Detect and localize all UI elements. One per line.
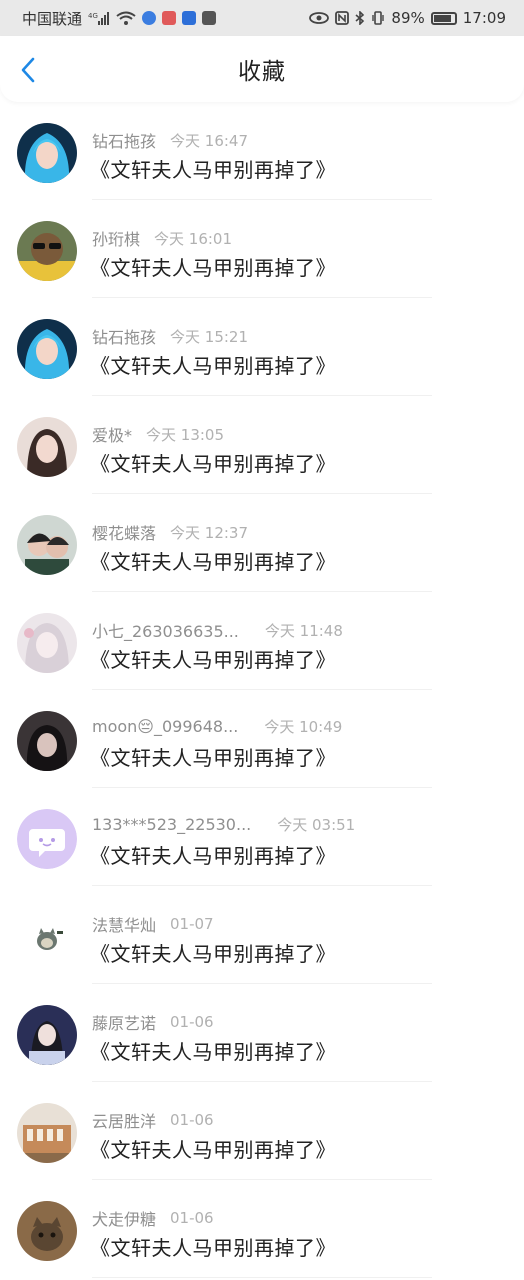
avatar[interactable]	[17, 319, 77, 379]
user-name[interactable]: 樱花蝶落	[92, 520, 156, 544]
item-meta: 钻石拖孩 今天 16:47	[92, 128, 248, 152]
user-name[interactable]: 小七_263036635...	[92, 618, 239, 642]
svg-text:4G: 4G	[88, 12, 98, 20]
status-right: 89% 17:09	[309, 9, 506, 27]
item-meta: 法慧华灿 01-07	[92, 912, 214, 936]
list-item[interactable]: 小七_263036635... 今天 11:48 《文轩夫人马甲别再掉了》	[0, 592, 524, 690]
timestamp: 01-06	[170, 1209, 214, 1227]
message-text: 《文轩夫人马甲别再掉了》	[90, 648, 336, 672]
message-text: 《文轩夫人马甲别再掉了》	[90, 354, 336, 378]
nfc-icon	[335, 11, 350, 25]
timestamp: 今天 15:21	[170, 327, 249, 346]
user-name[interactable]: 钻石拖孩	[92, 324, 156, 348]
list-item[interactable]: 藤原艺诺 01-06 《文轩夫人马甲别再掉了》	[0, 984, 524, 1082]
list-item[interactable]: 法慧华灿 01-07 《文轩夫人马甲别再掉了》	[0, 886, 524, 984]
avatar[interactable]	[17, 711, 77, 771]
user-name[interactable]: 孙珩棋	[92, 226, 140, 250]
list-item[interactable]: moon😔_099648... 今天 10:49 《文轩夫人马甲别再掉了》	[0, 690, 524, 788]
message-text: 《文轩夫人马甲别再掉了》	[90, 158, 336, 182]
status-left: 中国联通 4G	[22, 8, 217, 29]
timestamp: 今天 13:05	[146, 425, 225, 444]
message-text: 《文轩夫人马甲别再掉了》	[90, 1138, 336, 1162]
user-name[interactable]: 法慧华灿	[92, 912, 156, 936]
timestamp: 01-07	[170, 915, 214, 933]
user-name[interactable]: 藤原艺诺	[92, 1010, 156, 1034]
message-text: 《文轩夫人马甲别再掉了》	[90, 256, 336, 280]
item-meta: 小七_263036635... 今天 11:48	[92, 618, 343, 642]
divider	[92, 1277, 432, 1278]
message-text: 《文轩夫人马甲别再掉了》	[90, 844, 336, 868]
eye-icon	[309, 12, 330, 24]
avatar[interactable]	[17, 221, 77, 281]
timestamp: 今天 10:49	[264, 718, 343, 736]
user-name[interactable]: 犬走伊糖	[92, 1206, 156, 1230]
item-meta: 133***523_22530... 今天 03:51	[92, 814, 355, 835]
user-name[interactable]: 钻石拖孩	[92, 128, 156, 152]
message-text: 《文轩夫人马甲别再掉了》	[90, 1236, 336, 1260]
user-name[interactable]: moon😔_099648...	[92, 717, 238, 736]
carrier-label: 中国联通	[22, 9, 83, 28]
status-bar: 中国联通 4G 89% 17:09	[0, 0, 524, 36]
message-text: 《文轩夫人马甲别再掉了》	[90, 550, 336, 574]
page-header: 收藏	[0, 36, 524, 102]
list-item[interactable]: 钻石拖孩 今天 15:21 《文轩夫人马甲别再掉了》	[0, 298, 524, 396]
back-button[interactable]	[16, 56, 40, 84]
favorites-list: 钻石拖孩 今天 16:47 《文轩夫人马甲别再掉了》 孙珩棋 今天 16:01 …	[0, 102, 524, 1278]
message-text: 《文轩夫人马甲别再掉了》	[90, 942, 336, 966]
app-notification-icon-2	[202, 11, 217, 25]
avatar[interactable]	[17, 417, 77, 477]
timestamp: 01-06	[170, 1013, 214, 1031]
avatar[interactable]	[17, 1005, 77, 1065]
timestamp: 今天 11:48	[264, 621, 343, 640]
message-text: 《文轩夫人马甲别再掉了》	[90, 1040, 336, 1064]
item-meta: moon😔_099648... 今天 10:49	[92, 716, 342, 737]
list-item[interactable]: 云居胜洋 01-06 《文轩夫人马甲别再掉了》	[0, 1082, 524, 1180]
item-meta: 藤原艺诺 01-06	[92, 1010, 214, 1034]
message-text: 《文轩夫人马甲别再掉了》	[90, 746, 336, 770]
user-name[interactable]: 云居胜洋	[92, 1108, 156, 1132]
avatar[interactable]	[17, 1103, 77, 1163]
battery-percent: 89%	[391, 9, 425, 27]
timestamp: 今天 16:47	[170, 131, 249, 150]
timestamp: 今天 12:37	[170, 523, 249, 542]
item-meta: 爱极* 今天 13:05	[92, 422, 224, 446]
timestamp: 今天 03:51	[277, 816, 356, 834]
signal-icon: 4G	[88, 11, 110, 25]
avatar[interactable]	[17, 809, 77, 869]
list-item[interactable]: 犬走伊糖 01-06 《文轩夫人马甲别再掉了》	[0, 1180, 524, 1278]
bulb-notification-icon	[182, 11, 197, 25]
list-item[interactable]: 爱极* 今天 13:05 《文轩夫人马甲别再掉了》	[0, 396, 524, 494]
item-meta: 云居胜洋 01-06	[92, 1108, 214, 1132]
item-meta: 孙珩棋 今天 16:01	[92, 226, 232, 250]
clock: 17:09	[462, 9, 506, 27]
list-item[interactable]: 钻石拖孩 今天 16:47 《文轩夫人马甲别再掉了》	[0, 102, 524, 200]
list-item[interactable]: 孙珩棋 今天 16:01 《文轩夫人马甲别再掉了》	[0, 200, 524, 298]
user-name[interactable]: 133***523_22530...	[92, 815, 251, 834]
item-meta: 樱花蝶落 今天 12:37	[92, 520, 248, 544]
list-item[interactable]: 樱花蝶落 今天 12:37 《文轩夫人马甲别再掉了》	[0, 494, 524, 592]
bluetooth-icon	[355, 11, 365, 25]
mail-notification-icon	[162, 11, 177, 25]
timestamp: 01-06	[170, 1111, 214, 1129]
item-meta: 犬走伊糖 01-06	[92, 1206, 214, 1230]
item-meta: 钻石拖孩 今天 15:21	[92, 324, 248, 348]
avatar[interactable]	[17, 613, 77, 673]
chevron-left-icon	[21, 57, 35, 83]
avatar[interactable]	[17, 1201, 77, 1261]
vibrate-icon	[371, 11, 385, 25]
list-item[interactable]: 133***523_22530... 今天 03:51 《文轩夫人马甲别再掉了》	[0, 788, 524, 886]
avatar[interactable]	[17, 515, 77, 575]
app-notification-icon	[142, 11, 157, 25]
wifi-icon	[116, 11, 136, 25]
user-name[interactable]: 爱极*	[92, 422, 132, 446]
battery-icon	[430, 11, 457, 25]
message-text: 《文轩夫人马甲别再掉了》	[90, 452, 336, 476]
avatar[interactable]	[17, 123, 77, 183]
page-title: 收藏	[238, 59, 286, 85]
avatar[interactable]	[17, 907, 77, 967]
timestamp: 今天 16:01	[154, 229, 233, 248]
